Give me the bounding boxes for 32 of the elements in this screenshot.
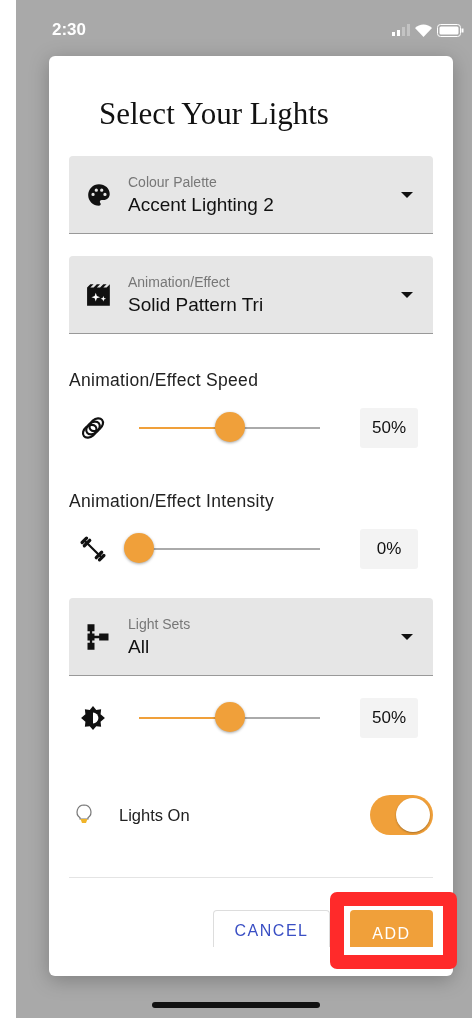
battery-icon xyxy=(437,23,464,37)
dialog-title: Select Your Lights xyxy=(99,96,329,132)
field-value: Solid Pattern Tri xyxy=(128,293,264,316)
toggle-switch[interactable] xyxy=(370,795,433,835)
dropdown-field[interactable]: Light Sets All xyxy=(69,598,433,676)
slider-value: 0% xyxy=(360,529,418,569)
dropdown-caret-icon xyxy=(401,191,413,198)
rings-icon xyxy=(80,415,106,441)
lightbulb-icon xyxy=(75,804,93,826)
field-label: Animation/Effect xyxy=(128,273,230,290)
slider-value: 50% xyxy=(360,698,418,738)
signal-icon xyxy=(392,24,410,36)
field-label: Light Sets xyxy=(128,615,191,632)
dropdown-field[interactable]: Colour Palette Accent Lighting 2 xyxy=(69,156,433,234)
field-value: Accent Lighting 2 xyxy=(128,193,274,216)
hierarchy-icon xyxy=(86,622,110,651)
slider-value: 50% xyxy=(360,408,418,448)
wifi-icon xyxy=(415,23,432,37)
dropdown-caret-icon xyxy=(401,291,413,298)
status-time: 2:30 xyxy=(52,20,87,40)
field-value: All xyxy=(128,635,150,658)
toggle-label: Lights On xyxy=(119,805,190,825)
brightness-icon xyxy=(80,705,106,731)
dumbbell-icon xyxy=(80,536,106,562)
slider-label: Animation/Effect Speed xyxy=(69,370,259,391)
cancel-button[interactable]: CANCEL xyxy=(213,910,330,947)
field-label: Colour Palette xyxy=(128,173,217,190)
dropdown-caret-icon xyxy=(401,633,413,640)
clapperboard-icon xyxy=(86,282,112,307)
palette-icon xyxy=(86,181,112,208)
slider-label: Animation/Effect Intensity xyxy=(69,491,274,512)
dropdown-field[interactable]: Animation/Effect Solid Pattern Tri xyxy=(69,256,433,334)
